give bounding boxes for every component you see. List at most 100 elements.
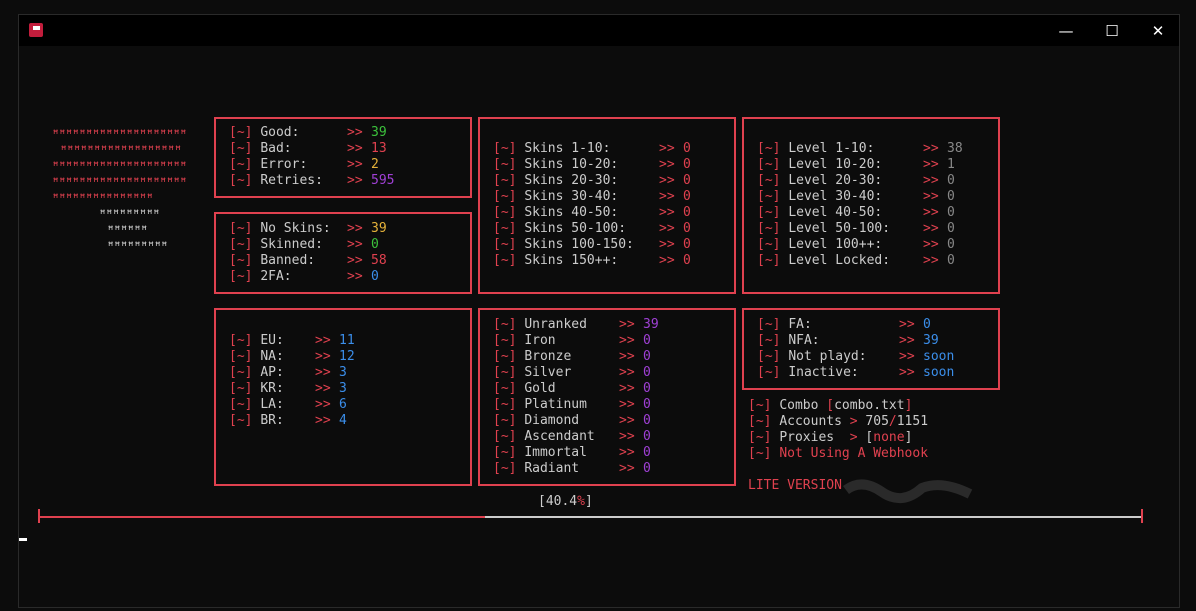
skins-row: [~] Skins 10-20:: [493, 157, 618, 173]
row-arrow: >>: [923, 253, 939, 268]
regions-row: [~] EU:: [229, 333, 284, 349]
row-prefix: [~]: [493, 397, 517, 412]
row-label: Bad:: [260, 141, 292, 156]
row-prefix: [~]: [757, 173, 781, 188]
row-arrow: >>: [659, 157, 675, 172]
access-row: [~] Not playd:: [757, 349, 867, 365]
row-label: Silver: [524, 365, 572, 380]
row-label: Level 100++:: [788, 237, 883, 252]
row-arrow: >>: [619, 413, 635, 428]
logo-line: ꟸꟸꟸꟸꟸꟸꟸꟸꟸꟸꟸꟸꟸꟸꟸꟸꟸꟸꟸꟸ: [52, 175, 187, 189]
webhook-line: [~] Not Using A Webhook: [748, 446, 929, 461]
skins-row: [~] Skins 100-150:: [493, 237, 634, 253]
row-prefix: [~]: [229, 173, 253, 188]
app-icon[interactable]: [29, 23, 43, 37]
row-prefix: [~]: [229, 333, 253, 348]
skins-row: [~] Skins 50-100:: [493, 221, 626, 237]
regions-row: [~] KR:: [229, 381, 284, 397]
row-value: 58: [371, 253, 387, 268]
row-label: Skins 150++:: [524, 253, 619, 268]
row-value: 0: [947, 253, 955, 268]
row-value: 0: [643, 429, 651, 444]
row-label: EU:: [260, 333, 284, 348]
logo-line: ꟸꟸꟸꟸꟸꟸꟸꟸꟸꟸꟸꟸꟸꟸꟸꟸꟸꟸꟸꟸ: [52, 127, 187, 141]
levels-row: [~] Level 10-20:: [757, 157, 882, 173]
row-value: 0: [683, 253, 691, 268]
row-label: Unranked: [524, 317, 587, 332]
progress-percent: [40.4%]: [538, 494, 593, 509]
row-prefix: [~]: [493, 141, 517, 156]
row-prefix: [~]: [493, 349, 517, 364]
row-prefix: [~]: [229, 365, 253, 380]
row-arrow: >>: [347, 157, 363, 172]
row-arrow: >>: [315, 397, 331, 412]
row-prefix: [~]: [229, 221, 253, 236]
ranks-row: [~] Ascendant: [493, 429, 595, 445]
row-prefix: [~]: [757, 237, 781, 252]
ranks-row: [~] Radiant: [493, 461, 579, 477]
row-prefix: [~]: [229, 349, 253, 364]
row-arrow: >>: [347, 141, 363, 156]
row-label: No Skins:: [260, 221, 331, 236]
row-prefix: [~]: [493, 221, 517, 236]
skins-row: [~] Skins 150++:: [493, 253, 618, 269]
row-arrow: >>: [659, 237, 675, 252]
minimize-button[interactable]: —: [1043, 15, 1089, 46]
row-arrow: >>: [315, 349, 331, 364]
row-label: 2FA:: [260, 269, 292, 284]
progress-right-cap: [1141, 509, 1143, 523]
row-label: Platinum: [524, 397, 587, 412]
row-arrow: >>: [659, 173, 675, 188]
row-value: 0: [683, 189, 691, 204]
account-status-row: [~] No Skins:: [229, 221, 331, 237]
title-bar[interactable]: — ☐ ✕: [19, 15, 1179, 46]
redaction-scribble: [62, 22, 440, 42]
levels-row: [~] Level Locked:: [757, 253, 890, 269]
row-arrow: >>: [619, 317, 635, 332]
ranks-row: [~] Unranked: [493, 317, 587, 333]
row-arrow: >>: [923, 237, 939, 252]
levels-row: [~] Level 100++:: [757, 237, 882, 253]
row-value: 39: [923, 333, 939, 348]
row-arrow: >>: [619, 349, 635, 364]
row-prefix: [~]: [229, 413, 253, 428]
row-value: 0: [643, 445, 651, 460]
access-row: [~] FA:: [757, 317, 812, 333]
row-value: 0: [923, 317, 931, 332]
row-prefix: [~]: [757, 333, 781, 348]
row-arrow: >>: [347, 221, 363, 236]
row-label: Skinned:: [260, 237, 323, 252]
row-label: AP:: [260, 365, 284, 380]
row-prefix: [~]: [493, 461, 517, 476]
row-arrow: >>: [659, 189, 675, 204]
logo-line: ꟸꟸꟸꟸꟸꟸꟸꟸꟸ: [99, 207, 160, 221]
results-row: [~] Retries:: [229, 173, 323, 189]
row-label: LA:: [260, 397, 284, 412]
row-label: Skins 40-50:: [524, 205, 619, 220]
row-value: 595: [371, 173, 395, 188]
row-value: 38: [947, 141, 963, 156]
row-prefix: [~]: [757, 253, 781, 268]
logo-line: ꟸꟸꟸꟸꟸꟸꟸꟸꟸꟸꟸꟸꟸꟸꟸ: [52, 191, 153, 205]
regions-row: [~] AP:: [229, 365, 284, 381]
row-label: Inactive:: [788, 365, 859, 380]
row-value: 0: [947, 205, 955, 220]
row-label: KR:: [260, 381, 284, 396]
regions-row: [~] LA:: [229, 397, 284, 413]
row-arrow: >>: [619, 461, 635, 476]
row-prefix: [~]: [229, 397, 253, 412]
row-prefix: [~]: [493, 189, 517, 204]
row-label: Level 50-100:: [788, 221, 891, 236]
row-arrow: >>: [347, 125, 363, 140]
skins-row: [~] Skins 20-30:: [493, 173, 618, 189]
row-prefix: [~]: [493, 205, 517, 220]
regions-row: [~] BR:: [229, 413, 284, 429]
maximize-button[interactable]: ☐: [1089, 15, 1135, 46]
row-value: 0: [643, 413, 651, 428]
close-button[interactable]: ✕: [1135, 15, 1181, 46]
row-value: 39: [371, 125, 387, 140]
row-value: 0: [947, 173, 955, 188]
row-prefix: [~]: [757, 317, 781, 332]
row-value: 4: [339, 413, 347, 428]
row-label: Immortal: [524, 445, 587, 460]
